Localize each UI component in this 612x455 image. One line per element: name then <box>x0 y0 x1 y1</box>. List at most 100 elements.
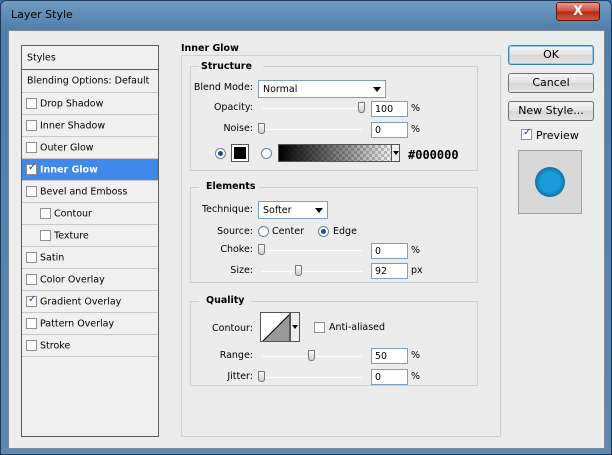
size-unit: px <box>411 265 423 276</box>
choke-slider-thumb[interactable] <box>258 244 265 255</box>
outer-glow-label: Outer Glow <box>40 142 94 153</box>
title-bar[interactable]: Layer Style X <box>1 1 611 29</box>
gradient-overlay-checkbox[interactable]: ✓ <box>26 294 37 307</box>
size-slider-track[interactable] <box>262 271 362 272</box>
preview-checkbox[interactable]: ✓ <box>521 127 532 140</box>
preview-label[interactable]: Preview <box>536 129 579 142</box>
close-button[interactable]: X <box>556 2 600 21</box>
choke-unit: % <box>411 245 421 256</box>
noise-slider-thumb[interactable] <box>258 123 265 134</box>
style-item-pattern-overlay[interactable]: Pattern Overlay <box>22 313 158 335</box>
blend-mode-select[interactable]: Normal <box>258 80 386 98</box>
solid-color-radio[interactable] <box>215 148 226 159</box>
quality-title: Quality <box>204 295 247 306</box>
technique-label: Technique: <box>201 204 253 215</box>
contour-dropdown-button[interactable] <box>290 312 300 342</box>
opacity-input[interactable]: 100 <box>371 101 408 117</box>
size-input[interactable]: 92 <box>371 263 408 279</box>
gradient-overlay-label: Gradient Overlay <box>40 296 122 307</box>
contour-curve-icon <box>262 314 289 341</box>
chevron-down-icon <box>373 87 381 92</box>
satin-checkbox[interactable] <box>26 252 37 263</box>
blend-mode-label: Blend Mode: <box>193 82 253 93</box>
opacity-label: Opacity: <box>213 102 253 113</box>
glow-color-swatch[interactable] <box>231 144 249 162</box>
size-label: Size: <box>230 265 253 276</box>
inner-glow-divider <box>181 55 501 56</box>
gradient-dropdown-button[interactable] <box>391 144 400 162</box>
jitter-slider-thumb[interactable] <box>258 371 265 382</box>
pattern-overlay-label: Pattern Overlay <box>40 318 115 329</box>
choke-label: Choke: <box>220 244 253 255</box>
contour-label: Contour <box>54 208 92 219</box>
cancel-button[interactable]: Cancel <box>508 73 594 93</box>
inner-glow-bottom-border <box>181 436 501 437</box>
inner-glow-title: Inner Glow <box>181 43 239 54</box>
gradient-picker[interactable] <box>278 144 399 162</box>
style-item-contour[interactable]: Contour <box>22 203 158 225</box>
bevel-and-emboss-checkbox[interactable] <box>26 186 37 197</box>
range-label: Range: <box>219 350 253 361</box>
source-edge-radio[interactable] <box>318 226 329 237</box>
checkmark-icon: ✓ <box>28 162 37 173</box>
source-label: Source: <box>217 226 253 237</box>
drop-shadow-checkbox[interactable] <box>26 98 37 109</box>
window-title: Layer Style <box>11 8 73 21</box>
texture-checkbox[interactable] <box>40 230 51 241</box>
bevel-and-emboss-label: Bevel and Emboss <box>40 186 128 197</box>
jitter-slider-track[interactable] <box>262 377 362 378</box>
contour-checkbox[interactable] <box>40 208 51 219</box>
range-slider-thumb[interactable] <box>308 350 315 361</box>
blending-options[interactable]: Blending Options: Default <box>22 70 158 93</box>
style-item-outer-glow[interactable]: Outer Glow <box>22 137 158 159</box>
style-item-bevel-and-emboss[interactable]: Bevel and Emboss <box>22 181 158 203</box>
technique-value: Softer <box>263 205 292 216</box>
range-input[interactable]: 50 <box>371 348 408 364</box>
source-center-label[interactable]: Center <box>272 226 304 237</box>
checkmark-icon: ✓ <box>28 294 37 305</box>
contour-preview[interactable] <box>260 312 290 342</box>
preview-swatch <box>535 167 565 197</box>
pattern-overlay-checkbox[interactable] <box>26 318 37 329</box>
style-item-inner-glow[interactable]: ✓ Inner Glow <box>22 159 158 181</box>
inner-glow-checkbox[interactable]: ✓ <box>26 162 37 175</box>
style-item-texture[interactable]: Texture <box>22 225 158 247</box>
blending-options-label: Blending Options: Default <box>27 75 150 87</box>
opacity-unit: % <box>411 103 421 114</box>
ok-button[interactable]: OK <box>508 45 594 65</box>
style-item-satin[interactable]: Satin <box>22 247 158 269</box>
styles-header-label: Styles <box>27 52 56 63</box>
jitter-input[interactable]: 0 <box>371 369 408 385</box>
anti-aliased-label[interactable]: Anti-aliased <box>329 322 385 333</box>
color-overlay-checkbox[interactable] <box>26 274 37 285</box>
opacity-slider-track[interactable] <box>262 108 362 109</box>
inner-shadow-checkbox[interactable] <box>26 120 37 131</box>
layer-style-window: Layer Style X Styles Blending Options: D… <box>0 0 612 455</box>
choke-input[interactable]: 0 <box>371 243 408 259</box>
styles-header[interactable]: Styles <box>22 46 158 70</box>
stroke-checkbox[interactable] <box>26 340 37 351</box>
source-center-radio[interactable] <box>258 226 269 237</box>
anti-aliased-checkbox[interactable] <box>314 322 325 333</box>
noise-input[interactable]: 0 <box>371 122 408 138</box>
style-item-inner-shadow[interactable]: Inner Shadow <box>22 115 158 137</box>
style-item-color-overlay[interactable]: Color Overlay <box>22 269 158 291</box>
technique-select[interactable]: Softer <box>258 201 328 219</box>
style-item-gradient-overlay[interactable]: ✓ Gradient Overlay <box>22 291 158 313</box>
style-item-drop-shadow[interactable]: Drop Shadow <box>22 93 158 115</box>
outer-glow-checkbox[interactable] <box>26 142 37 153</box>
inner-glow-label: Inner Glow <box>40 164 98 175</box>
inner-glow-right-border <box>500 55 501 437</box>
noise-slider-track[interactable] <box>262 129 362 130</box>
opacity-slider-thumb[interactable] <box>358 102 365 113</box>
gradient-radio[interactable] <box>261 148 272 159</box>
choke-slider-track[interactable] <box>262 250 362 251</box>
source-edge-label[interactable]: Edge <box>333 226 357 237</box>
new-style-button[interactable]: New Style... <box>508 101 594 121</box>
size-slider-thumb[interactable] <box>295 265 302 276</box>
jitter-unit: % <box>411 371 421 382</box>
style-item-stroke[interactable]: Stroke <box>22 335 158 357</box>
style-preview <box>518 150 582 214</box>
stroke-label: Stroke <box>40 340 71 351</box>
elements-title: Elements <box>204 181 258 192</box>
